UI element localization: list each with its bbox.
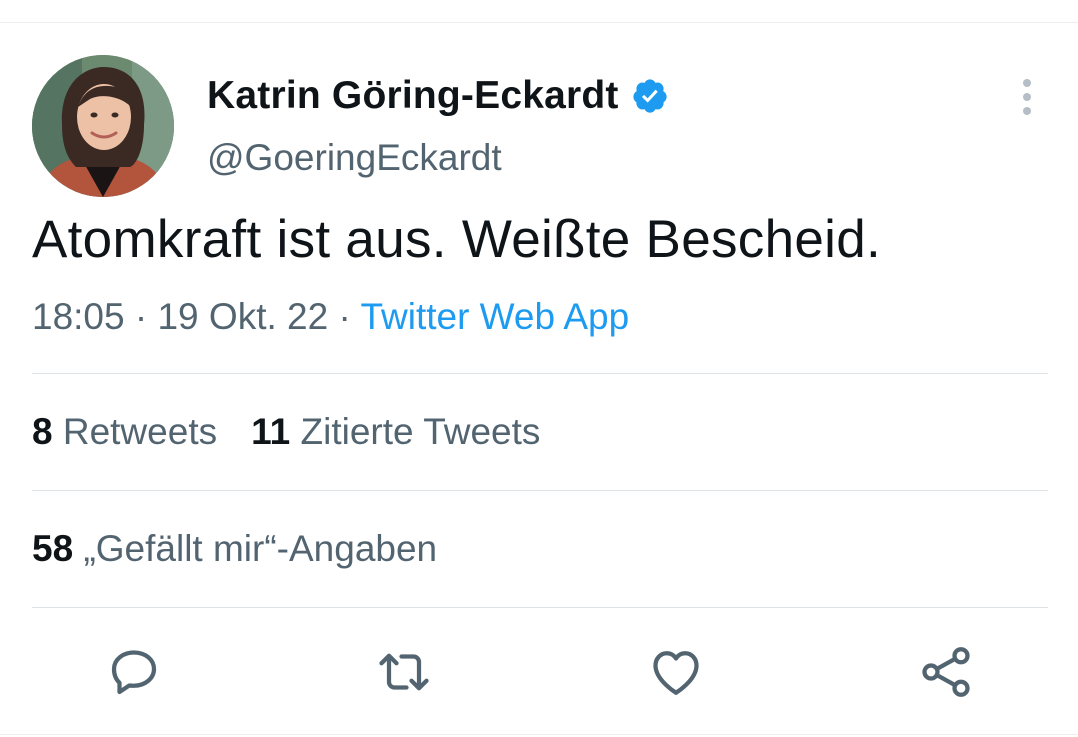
divider — [32, 607, 1048, 608]
retweet-icon — [379, 653, 429, 691]
author-name-text[interactable]: Katrin Göring-Eckardt — [207, 72, 619, 120]
retweets-label: Retweets — [62, 411, 218, 452]
tweet-source-link[interactable]: Twitter Web App — [360, 296, 629, 337]
reply-icon — [111, 650, 157, 695]
reply-button[interactable] — [104, 642, 164, 702]
meta-separator: · — [134, 296, 148, 337]
retweet-button[interactable] — [374, 642, 434, 702]
bottom-divider — [0, 734, 1078, 735]
retweets-count: 8 — [32, 411, 53, 452]
quote-tweets-count: 11 — [251, 411, 291, 452]
author-handle[interactable]: @GoeringEckardt — [207, 136, 502, 180]
likes-count: 58 — [32, 528, 74, 569]
heart-icon — [653, 651, 699, 695]
author-name[interactable]: Katrin Göring-Eckardt — [207, 72, 669, 120]
share-button[interactable] — [916, 642, 976, 702]
divider — [32, 490, 1048, 491]
likes-label: „Gefällt mir“-Angaben — [83, 528, 438, 569]
avatar-photo — [32, 55, 174, 197]
retweets-stat[interactable]: 8 Retweets — [32, 411, 217, 452]
tweet-text: Atomkraft ist aus. Weißte Bescheid. — [32, 210, 882, 269]
likes-stats-row: 58 „Gefällt mir“-Angaben — [32, 526, 437, 572]
tweet-time[interactable]: 18:05 — [32, 296, 125, 337]
engagement-stats-row: 8 Retweets 11 Zitierte Tweets — [32, 409, 540, 455]
more-options-button[interactable] — [1008, 74, 1046, 120]
avatar[interactable] — [32, 55, 174, 197]
quote-tweets-label: Zitierte Tweets — [300, 411, 541, 452]
meta-separator: · — [338, 296, 351, 337]
more-vertical-icon — [1023, 79, 1031, 115]
share-icon — [922, 647, 970, 697]
like-button[interactable] — [646, 642, 706, 702]
likes-stat[interactable]: 58 „Gefällt mir“-Angaben — [32, 528, 437, 569]
divider — [32, 373, 1048, 374]
tweet-meta: 18:05 · 19 Okt. 22 · Twitter Web App — [32, 294, 629, 340]
tweet-date[interactable]: 19 Okt. 22 — [157, 296, 328, 337]
top-divider — [0, 22, 1078, 23]
quote-tweets-stat[interactable]: 11 Zitierte Tweets — [251, 411, 540, 452]
verified-badge-icon — [632, 79, 667, 113]
